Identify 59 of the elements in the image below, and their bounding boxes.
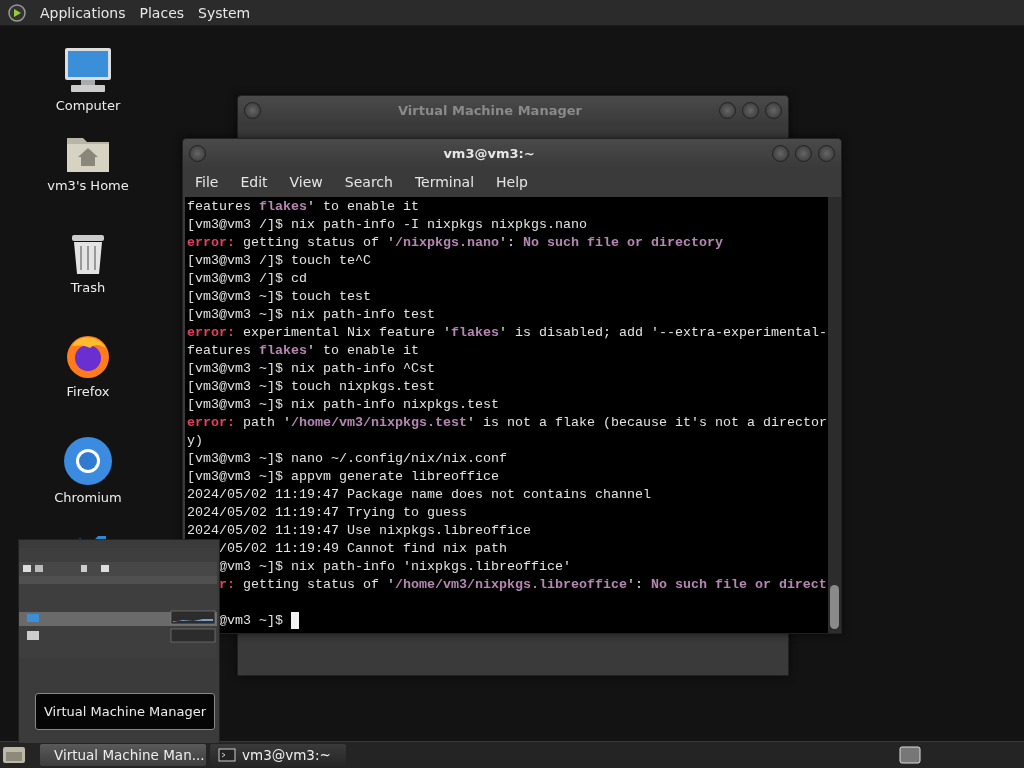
terminal-line: [vm3@vm3 ~]$ nix path-info ^Cst xyxy=(187,361,435,376)
terminal-line: [vm3@vm3 ~]$ nix path-info nixpkgs.test xyxy=(187,397,499,412)
terminal-line: [vm3@vm3 ~]$ appvm generate libreoffice xyxy=(187,469,499,484)
terminal-line: r: getting status of '/home/vm3/nixpkgs.libreoffice': No such file or direct xyxy=(219,577,827,592)
terminal-line: error: getting status of '/nixpkgs.nano': No such file or directory xyxy=(187,235,723,250)
scrollbar[interactable] xyxy=(828,197,841,633)
window-title: vm3@vm3:~ xyxy=(442,145,536,161)
desktop-icon-label[interactable]: Firefox xyxy=(66,384,110,399)
window-title: Virtual Machine Manager xyxy=(397,102,583,118)
window-control-button[interactable] xyxy=(795,144,812,162)
window-control-button[interactable] xyxy=(244,101,261,119)
terminal-line: @vm3 ~]$ xyxy=(219,613,284,628)
logo-icon xyxy=(8,3,26,22)
desktop-icon-label[interactable]: vm3's Home xyxy=(47,178,129,193)
menu-item[interactable]: Terminal xyxy=(414,174,475,190)
window-control-button[interactable] xyxy=(765,101,782,119)
chromium-icon xyxy=(63,436,113,486)
terminal-icon xyxy=(218,748,236,762)
terminal-line: 2024/05/02 11:19:47 Package name does not contains channel xyxy=(187,487,651,502)
window-control-button[interactable] xyxy=(189,144,206,162)
terminal-line: features flakes' to enable it xyxy=(187,343,419,358)
panel-menu[interactable]: System xyxy=(198,4,251,21)
workspace-icon[interactable] xyxy=(898,745,922,765)
terminal-line: [vm3@vm3 ~]$ touch test xyxy=(187,289,371,304)
terminal-line: [vm3@vm3 ~]$ touch nixpkgs.test xyxy=(187,379,435,394)
terminal-line: @vm3 ~]$ nix path-info 'nixpkgs.libreoffice' xyxy=(219,559,571,574)
menu-item[interactable]: Edit xyxy=(240,174,268,190)
terminal-line: features flakes' to enable it xyxy=(187,199,419,214)
window-control-button[interactable] xyxy=(818,144,835,162)
computer-icon xyxy=(63,46,113,94)
terminal-line: [vm3@vm3 /]$ nix path-info -I nixpkgs nixpkgs.nano xyxy=(187,217,587,232)
terminal-line: /05/02 11:19:49 Cannot find nix path xyxy=(219,541,507,556)
window-preview[interactable]: Virtual Machine Manager xyxy=(18,539,220,744)
desktop-icon-label[interactable]: Chromium xyxy=(54,490,122,505)
menu-item[interactable]: Search xyxy=(344,174,393,190)
window-control-button[interactable] xyxy=(772,144,789,162)
menu-item[interactable]: Help xyxy=(496,174,528,190)
trash-icon xyxy=(69,232,107,276)
terminal-line: [vm3@vm3 /]$ touch te^C xyxy=(187,253,371,268)
window-control-button[interactable] xyxy=(742,101,759,119)
desktop-icon-label[interactable]: Computer xyxy=(55,98,121,113)
taskbar-button[interactable]: Virtual Machine Man... xyxy=(40,744,206,766)
menu-item[interactable]: File xyxy=(195,174,219,190)
terminal-line: y) xyxy=(187,433,203,448)
terminal-line: 2024/05/02 11:19:47 Trying to guess xyxy=(187,505,467,520)
terminal-line: [vm3@vm3 /]$ cd xyxy=(187,271,307,286)
panel-menu[interactable]: Applications xyxy=(40,4,126,21)
panel-menu[interactable]: Places xyxy=(139,4,185,21)
tooltip: Virtual Machine Manager xyxy=(35,693,215,730)
menu-item[interactable]: View xyxy=(289,174,323,190)
show-desktop-icon[interactable] xyxy=(2,745,26,765)
desktop-icon-label[interactable]: Trash xyxy=(70,280,106,295)
terminal-line: 2024/05/02 11:19:47 Use nixpkgs.libreoffice xyxy=(187,523,531,538)
terminal-line: error: path '/home/vm3/nixpkgs.test' is not a flake (because it's not a director xyxy=(187,415,827,430)
window-control-button[interactable] xyxy=(719,101,736,119)
terminal-line: error: experimental Nix feature 'flakes' is disabled; add '--extra-experimental- xyxy=(187,325,827,340)
taskbar-button[interactable]: vm3@vm3:~ xyxy=(210,744,346,766)
terminal-line: [vm3@vm3 ~]$ nix path-info test xyxy=(187,307,435,322)
terminal-line: [vm3@vm3 ~]$ nano ~/.config/nix/nix.conf xyxy=(187,451,507,466)
